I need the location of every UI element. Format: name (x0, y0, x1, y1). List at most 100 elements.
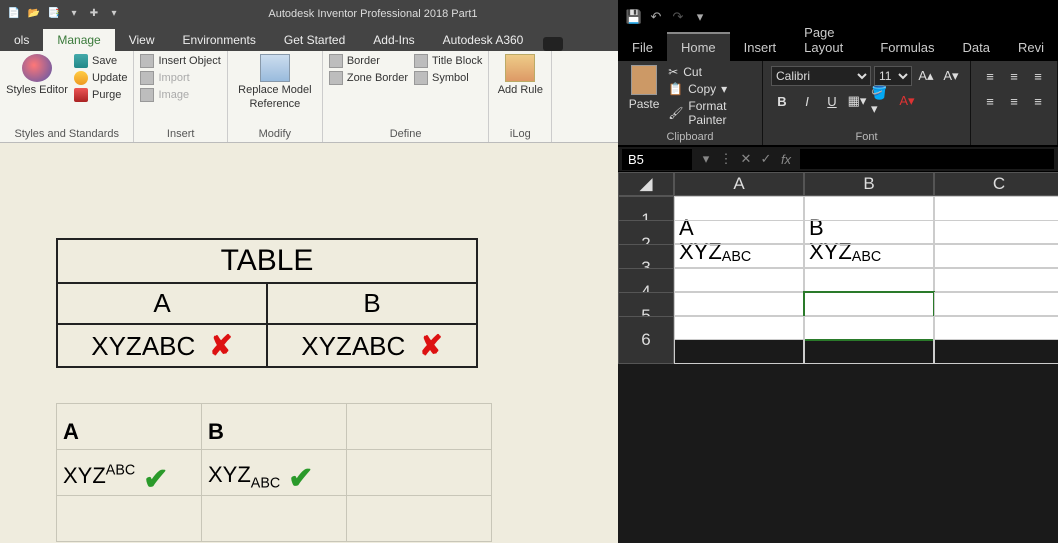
font-group-label: Font (771, 127, 962, 143)
tab-tools[interactable]: ols (0, 29, 43, 51)
xl-tab-review[interactable]: Revi (1004, 34, 1058, 61)
add-rule-icon (505, 54, 535, 82)
underline-button[interactable]: U (821, 90, 843, 112)
italic-button[interactable]: I (796, 90, 818, 112)
excel-ribbon-tabs: File Home Insert Page Layout Formulas Da… (618, 33, 1058, 61)
red-x-icon: ✘ (209, 330, 232, 361)
qa-open-icon[interactable]: 📂 (26, 6, 42, 22)
qa-plus-icon[interactable]: ✚ (86, 6, 102, 22)
modify-group-label: Modify (234, 126, 316, 140)
excel-qat-chevron-icon[interactable]: ▾ (692, 9, 708, 25)
copy-icon: 📋 (668, 82, 683, 96)
align-middle-icon[interactable]: ≡ (1003, 65, 1025, 87)
tab-view[interactable]: View (115, 29, 169, 51)
align-right-icon[interactable]: ≡ (1027, 90, 1049, 112)
styles-editor-button[interactable]: Styles Editor (6, 54, 68, 126)
green-check-icon: ✔ (143, 463, 168, 496)
copy-button[interactable]: 📋Copy ▾ (668, 82, 754, 96)
zone-border-icon (329, 71, 343, 85)
update-icon (74, 71, 88, 85)
excel-save-icon[interactable]: 💾 (626, 9, 642, 25)
cell-a6[interactable] (674, 316, 804, 364)
xl-tab-file[interactable]: File (618, 34, 667, 61)
xl-tab-data[interactable]: Data (949, 34, 1004, 61)
inventor-ribbon: Styles Editor Save Update Purge Styles a… (0, 51, 618, 143)
xl-tab-page-layout[interactable]: Page Layout (790, 19, 866, 61)
inventor-window-title: Autodesk Inventor Professional 2018 Part… (128, 8, 618, 20)
inventor-canvas[interactable]: TABLE A B XYZABC✘ XYZABC✘ A B XYZABC✔ XY… (0, 143, 618, 543)
purge-icon (74, 88, 88, 102)
row-header-6[interactable]: 6 (618, 316, 674, 364)
t2-col-a: A (57, 404, 202, 450)
replace-model-reference-button[interactable]: Replace Model Reference (234, 54, 316, 126)
cancel-icon[interactable]: ✕ (736, 151, 756, 167)
styles-group-label: Styles and Standards (6, 126, 127, 140)
select-all-corner[interactable]: ◢ (618, 172, 674, 196)
tab-extra-icon[interactable] (543, 37, 563, 51)
t2-col-b: B (202, 404, 347, 450)
font-name-select[interactable]: Calibri (771, 66, 871, 86)
replace-model-icon (260, 54, 290, 82)
xl-tab-home[interactable]: Home (667, 32, 730, 61)
tab-a360[interactable]: Autodesk A360 (429, 29, 538, 51)
insert-object-button[interactable]: Insert Object (140, 54, 220, 68)
save-button[interactable]: Save (74, 54, 127, 68)
linked-excel-table: A B XYZABC✔ XYZABC✔ (56, 403, 492, 542)
fx-separator-icon: ⋮ (716, 151, 736, 167)
ilogic-group-label: iLog (495, 126, 545, 140)
col-header-b[interactable]: B (804, 172, 934, 196)
name-box[interactable]: B5 (622, 149, 692, 170)
zone-border-button[interactable]: Zone Border (329, 71, 408, 85)
excel-ribbon: Paste ✂Cut 📋Copy ▾ 🖌Format Painter Clipb… (618, 61, 1058, 146)
font-size-select[interactable]: 11 (874, 66, 912, 86)
excel-grid[interactable]: ◢ A B C 1 A B 2 XYZABC XYZABC 3 4 5 6 (618, 172, 1058, 340)
tab-add-ins[interactable]: Add-Ins (359, 29, 428, 51)
increase-font-icon[interactable]: A▴ (915, 65, 937, 87)
formula-input[interactable] (800, 149, 1054, 169)
symbol-button[interactable]: Symbol (414, 71, 482, 85)
title-block-button[interactable]: Title Block (414, 54, 482, 68)
image-button: Image (140, 88, 220, 102)
tab-get-started[interactable]: Get Started (270, 29, 359, 51)
t2-cell-b: XYZABC✔ (202, 450, 347, 496)
qa-chevron-down-icon[interactable]: ▾ (66, 6, 82, 22)
enter-icon[interactable]: ✓ (756, 151, 776, 167)
namebox-chevron-icon[interactable]: ▾ (696, 151, 716, 167)
excel-undo-icon[interactable]: ↶ (648, 9, 664, 25)
bold-button[interactable]: B (771, 90, 793, 112)
border-button[interactable]: Border (329, 54, 408, 68)
align-center-icon[interactable]: ≡ (1003, 90, 1025, 112)
xl-tab-formulas[interactable]: Formulas (866, 34, 948, 61)
xl-tab-insert[interactable]: Insert (730, 34, 791, 61)
t2-cell-a: XYZABC✔ (57, 450, 202, 496)
t2-col-blank (347, 404, 492, 450)
qa-chevron-down2-icon[interactable]: ▾ (106, 6, 122, 22)
add-rule-button[interactable]: Add Rule (495, 54, 545, 126)
qa-file-icon[interactable]: 📄 (6, 6, 22, 22)
qa-doc-icon[interactable]: 📑 (46, 6, 62, 22)
col-header-c[interactable]: C (934, 172, 1058, 196)
tab-environments[interactable]: Environments (169, 29, 270, 51)
inventor-quick-access[interactable]: 📄 📂 📑 ▾ ✚ ▾ (0, 6, 128, 22)
cell-b6[interactable] (804, 316, 934, 364)
purge-button[interactable]: Purge (74, 88, 127, 102)
cut-button[interactable]: ✂Cut (668, 65, 754, 79)
paste-icon (631, 65, 657, 95)
cell-c6[interactable] (934, 316, 1058, 364)
fill-color-button[interactable]: 🪣▾ (871, 90, 893, 112)
borders-button[interactable]: ▦▾ (846, 90, 868, 112)
fx-icon[interactable]: fx (776, 152, 796, 167)
tab-manage[interactable]: Manage (43, 29, 114, 51)
col-header-a[interactable]: A (674, 172, 804, 196)
insert-object-icon (140, 54, 154, 68)
paste-button[interactable]: Paste (626, 65, 662, 127)
update-button[interactable]: Update (74, 71, 127, 85)
inventor-titlebar: 📄 📂 📑 ▾ ✚ ▾ Autodesk Inventor Profession… (0, 0, 618, 27)
image-icon (140, 88, 154, 102)
format-painter-button[interactable]: 🖌Format Painter (668, 99, 754, 127)
align-bottom-icon[interactable]: ≡ (1027, 65, 1049, 87)
decrease-font-icon[interactable]: A▾ (940, 65, 962, 87)
align-top-icon[interactable]: ≡ (979, 65, 1001, 87)
align-left-icon[interactable]: ≡ (979, 90, 1001, 112)
font-color-button[interactable]: A▾ (896, 90, 918, 112)
